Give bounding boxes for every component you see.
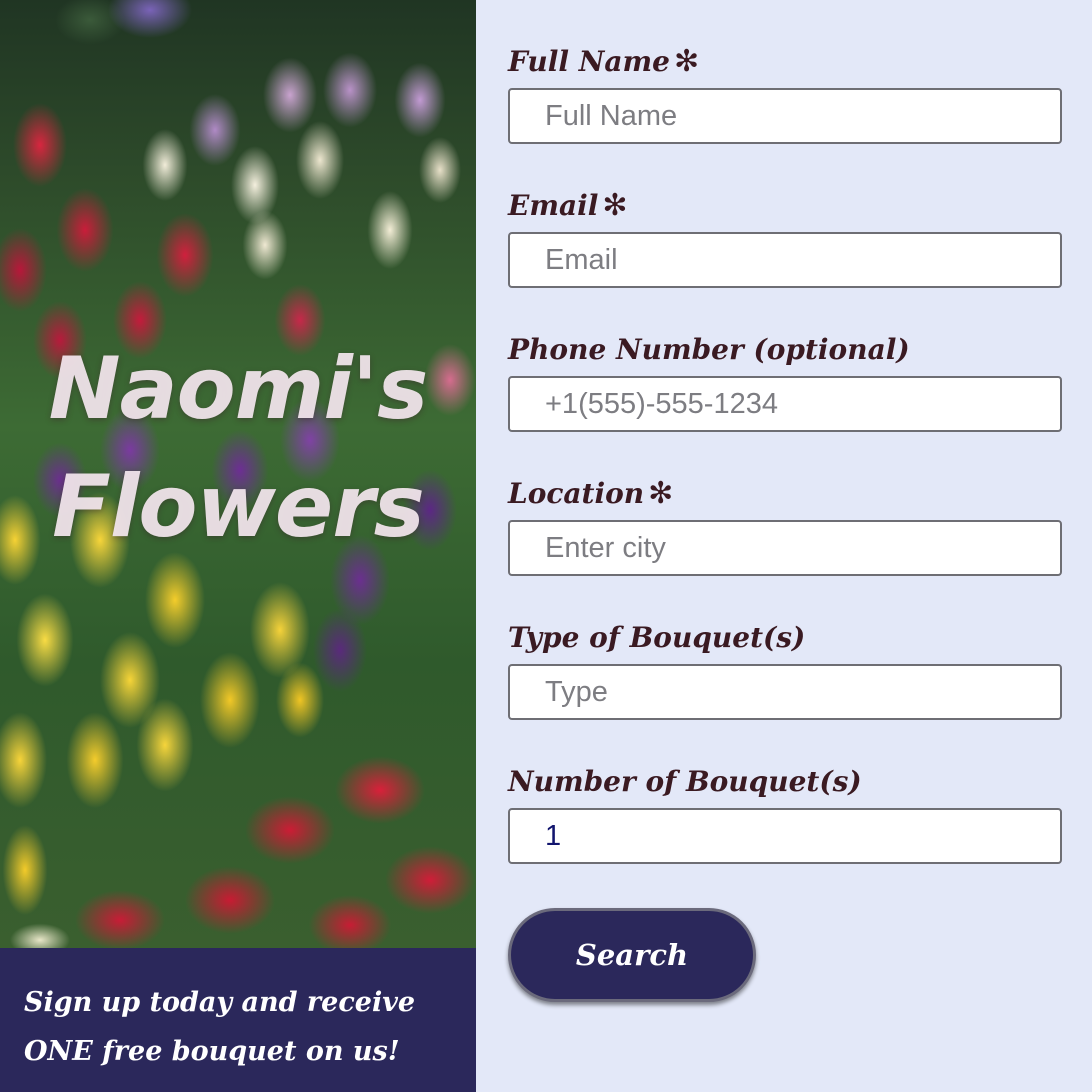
location-input[interactable] bbox=[508, 520, 1062, 576]
hero-panel: Naomi's Flowers Sign up today and receiv… bbox=[0, 0, 476, 1092]
signup-form: Full Name✻ Email✻ Phone Number (optional… bbox=[476, 0, 1092, 1092]
shop-title: Naomi's Flowers bbox=[0, 330, 476, 566]
required-asterisk-icon: ✻ bbox=[602, 188, 628, 223]
bouquet-type-field: Type of Bouquet(s) bbox=[508, 620, 1062, 764]
phone-label: Phone Number (optional) bbox=[508, 333, 910, 366]
signup-page: Naomi's Flowers Sign up today and receiv… bbox=[0, 0, 1092, 1092]
bouquet-count-input[interactable] bbox=[508, 808, 1062, 864]
bouquet-count-field: Number of Bouquet(s) bbox=[508, 764, 1062, 908]
promo-line-1: Sign up today and receive bbox=[24, 987, 416, 1018]
shop-title-line-1: Naomi's bbox=[48, 339, 429, 439]
bouquet-count-label: Number of Bouquet(s) bbox=[508, 765, 862, 798]
email-label: Email ✻ bbox=[508, 188, 628, 223]
required-asterisk-icon: ✻ bbox=[673, 44, 700, 79]
promo-banner: Sign up today and receive ONE free bouqu… bbox=[0, 948, 476, 1092]
location-label: Location ✻ bbox=[508, 476, 674, 511]
full-name-label: Full Name ✻ bbox=[508, 44, 700, 79]
shop-title-line-2: Flowers bbox=[52, 457, 425, 557]
phone-input[interactable] bbox=[508, 376, 1062, 432]
full-name-field: Full Name ✻ bbox=[508, 44, 1062, 188]
bouquet-type-label: Type of Bouquet(s) bbox=[508, 621, 806, 654]
email-field: Email ✻ bbox=[508, 188, 1062, 332]
full-name-input[interactable] bbox=[508, 88, 1062, 144]
bouquet-type-input[interactable] bbox=[508, 664, 1062, 720]
required-asterisk-icon: ✻ bbox=[648, 476, 674, 511]
phone-field: Phone Number (optional) bbox=[508, 332, 1062, 476]
promo-line-2: ONE free bouquet on us! bbox=[24, 1036, 400, 1067]
location-field: Location ✻ bbox=[508, 476, 1062, 620]
email-input[interactable] bbox=[508, 232, 1062, 288]
search-button[interactable]: Search bbox=[508, 908, 756, 1002]
